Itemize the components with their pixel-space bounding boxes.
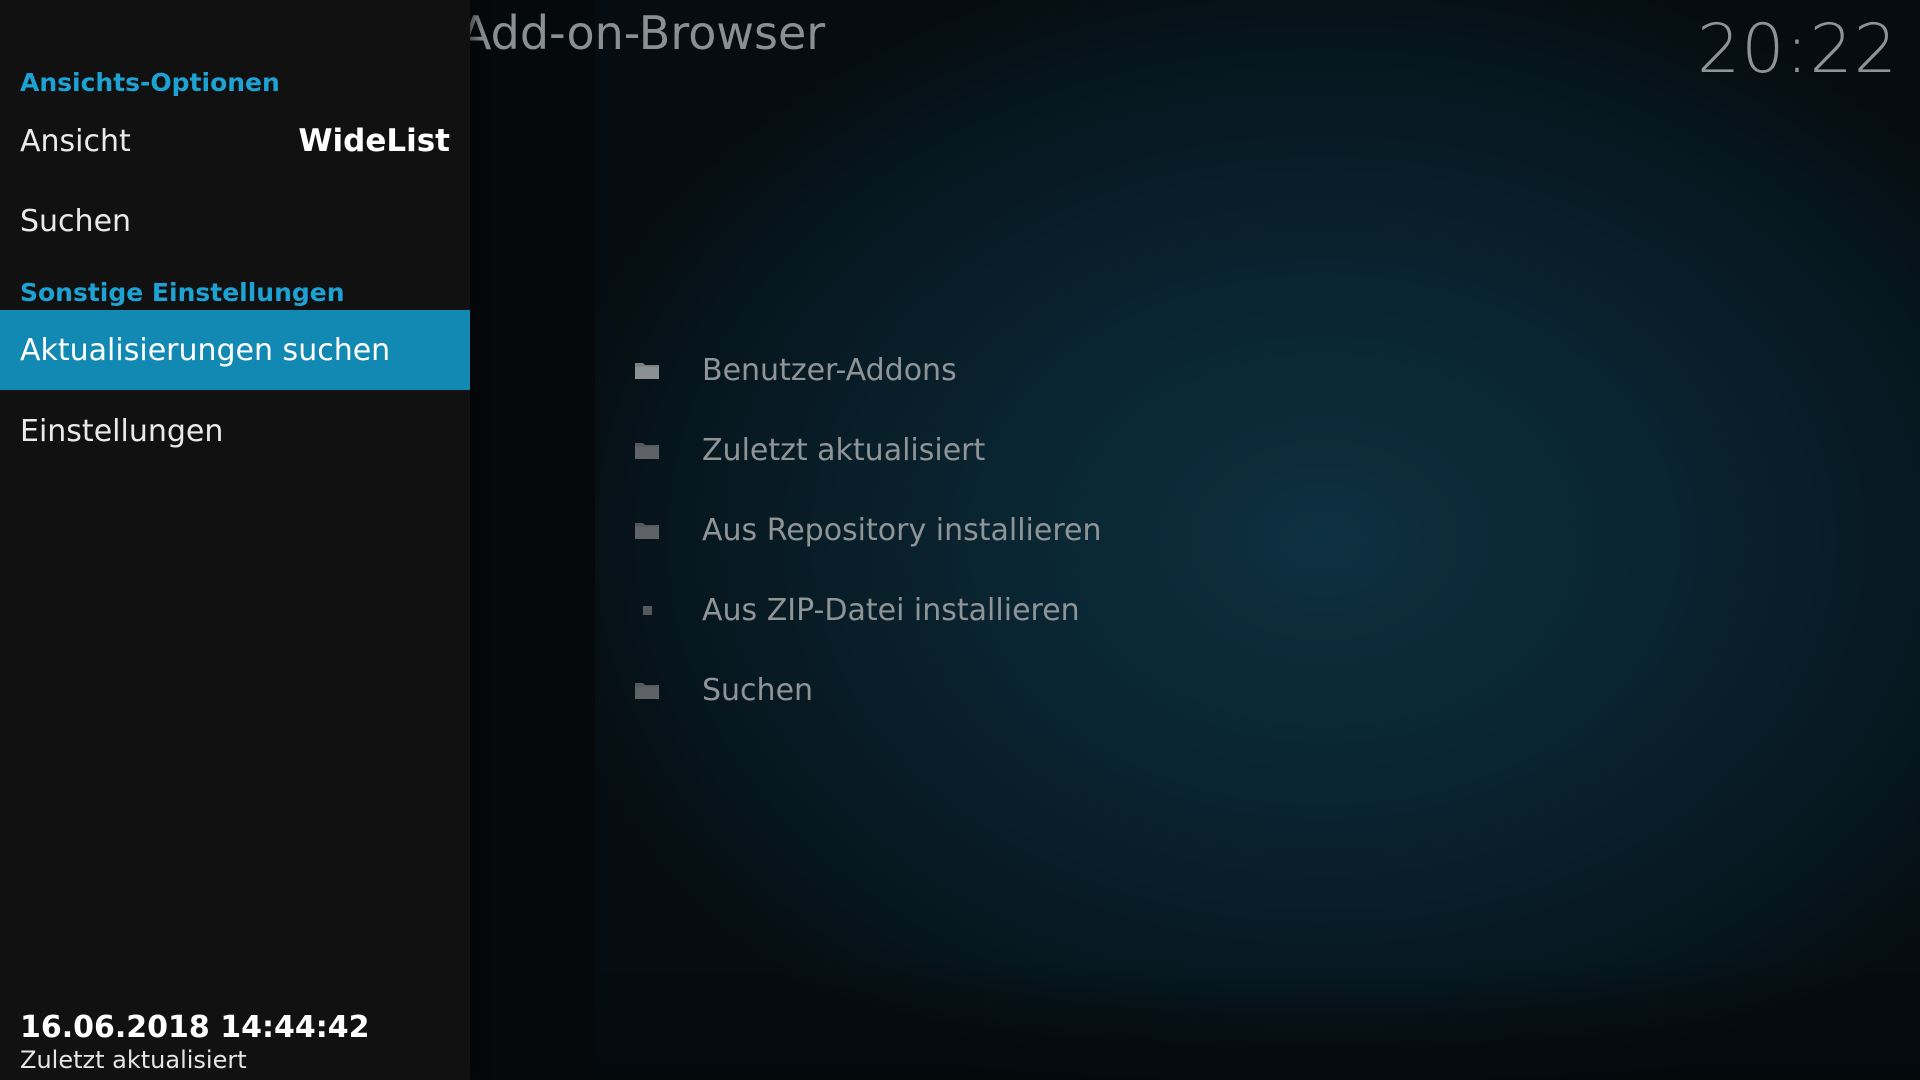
screen: Add-on-Browser 20:22 Benutzer-Addons Zul… [0, 0, 1920, 1080]
menu-item-check-updates[interactable]: Aktualisierungen suchen [0, 310, 470, 390]
menu-item-search[interactable]: Suchen [0, 181, 470, 261]
list-item[interactable]: Aus Repository installieren [630, 490, 1530, 570]
list-item-label: Benutzer-Addons [702, 352, 957, 388]
section-header-view-options: Ansichts-Optionen [20, 68, 280, 97]
list-item[interactable]: Benutzer-Addons [630, 330, 1530, 410]
section-header-other-settings: Sonstige Einstellungen [20, 278, 345, 307]
clock: 20:22 [1697, 10, 1898, 89]
menu-item-label: Einstellungen [20, 413, 224, 449]
folder-icon [632, 358, 662, 382]
list-item-label: Suchen [702, 672, 814, 708]
square-icon [632, 598, 662, 622]
list-item[interactable]: Suchen [630, 650, 1530, 730]
list-item-label: Zuletzt aktualisiert [702, 432, 986, 468]
list-item-label: Aus Repository installieren [702, 512, 1102, 548]
list-item[interactable]: Zuletzt aktualisiert [630, 410, 1530, 490]
last-updated-label: Zuletzt aktualisiert [20, 1046, 247, 1074]
window-title: Add-on-Browser [460, 6, 826, 60]
menu-item-label: Aktualisierungen suchen [20, 332, 391, 368]
last-updated-date: 16.06.2018 14:44:42 [20, 1010, 370, 1045]
list-item[interactable]: Aus ZIP-Datei installieren [630, 570, 1530, 650]
folder-icon [632, 678, 662, 702]
folder-icon [632, 518, 662, 542]
folder-icon [632, 438, 662, 462]
menu-item-view[interactable]: Ansicht WideList [0, 101, 470, 181]
menu-item-value: WideList [298, 123, 450, 159]
file-list: Benutzer-Addons Zuletzt aktualisiert Aus… [630, 330, 1530, 730]
side-menu: Ansichts-Optionen Ansicht WideList Suche… [0, 0, 470, 1080]
list-item-label: Aus ZIP-Datei installieren [702, 592, 1080, 628]
menu-item-settings[interactable]: Einstellungen [0, 391, 470, 471]
menu-item-label: Suchen [20, 203, 132, 239]
menu-item-label: Ansicht [20, 123, 131, 159]
